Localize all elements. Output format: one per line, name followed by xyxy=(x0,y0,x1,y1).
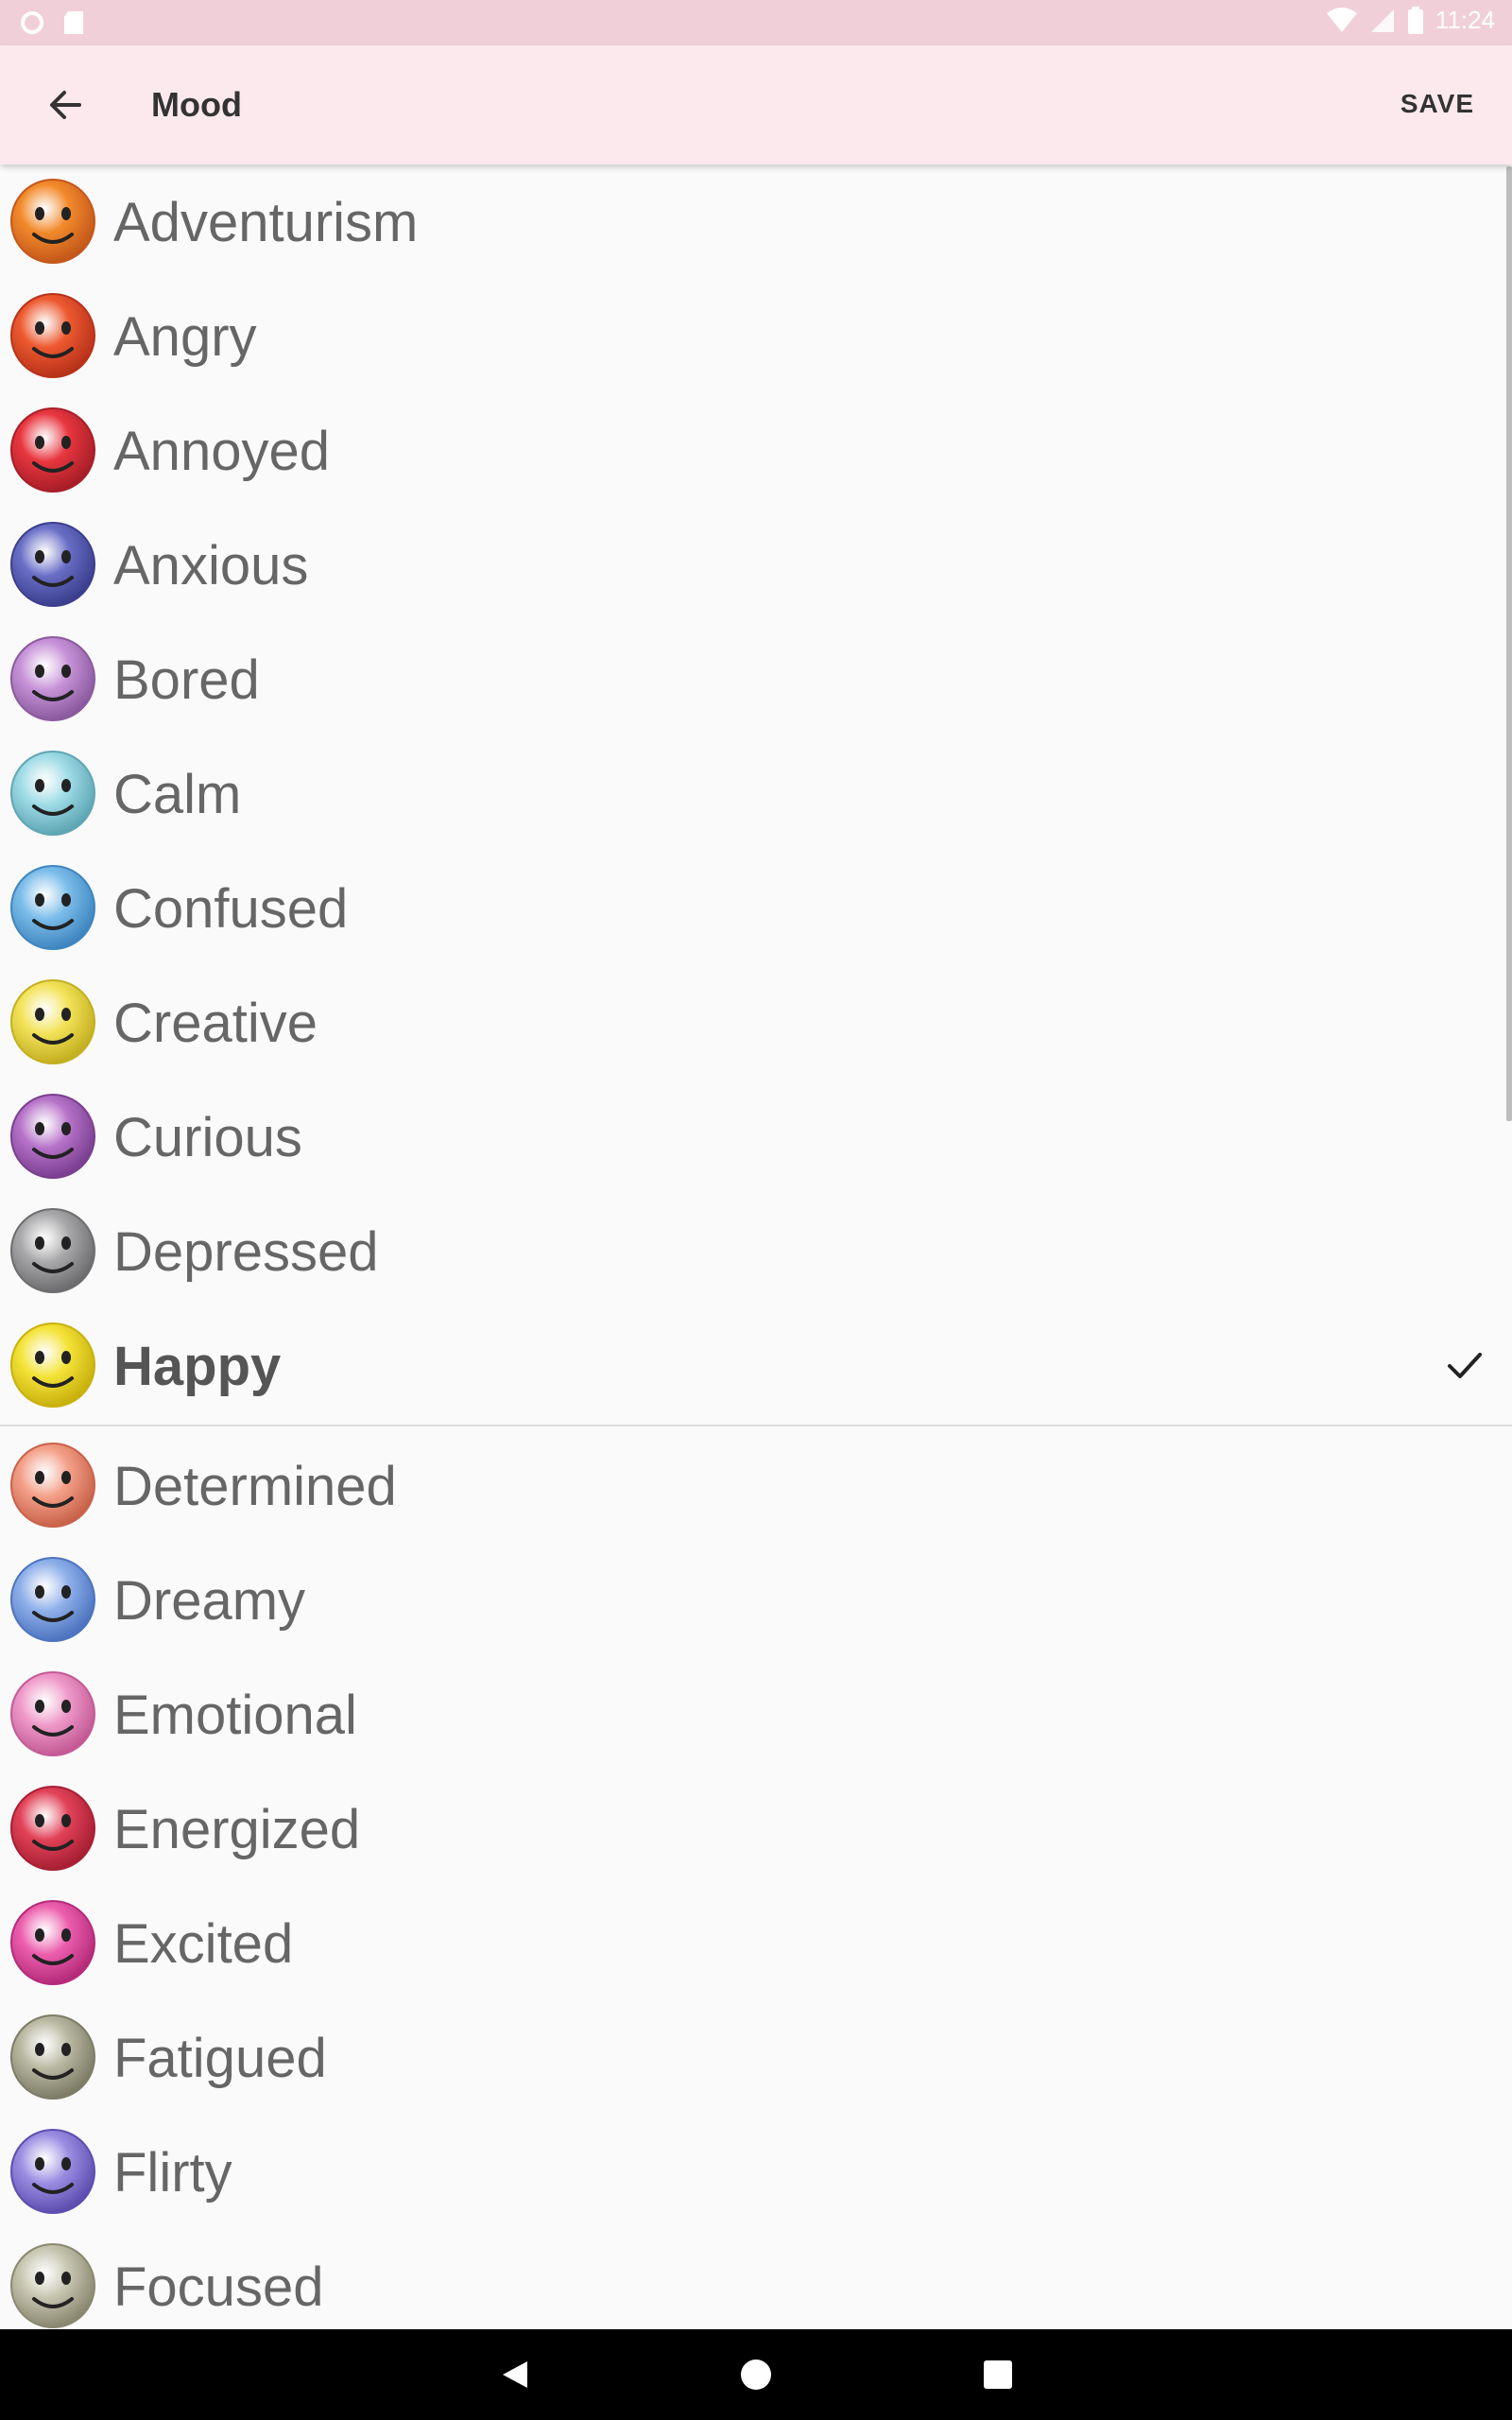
mood-emoji-icon xyxy=(10,1671,95,1756)
mood-label: Bored xyxy=(113,649,260,711)
mood-label: Energized xyxy=(113,1799,361,1860)
mood-item-bored[interactable]: Bored xyxy=(0,622,1512,736)
mood-list: Adventurism Angry Annoyed Anxious Bored Calm C… xyxy=(0,164,1512,2329)
checkmark-icon xyxy=(1448,1353,1482,1378)
mood-item-focused[interactable]: Focused xyxy=(0,2229,1512,2329)
mood-item-annoyed[interactable]: Annoyed xyxy=(0,393,1512,508)
mood-item-dreamy[interactable]: Dreamy xyxy=(0,1543,1512,1657)
mood-emoji-icon xyxy=(10,179,95,264)
mood-emoji-icon xyxy=(10,522,95,607)
wifi-icon xyxy=(1326,7,1357,32)
mood-emoji-icon xyxy=(10,865,95,950)
status-bar: 11:24 xyxy=(0,0,1512,45)
mood-item-excited[interactable]: Excited xyxy=(0,1886,1512,2000)
mood-item-anxious[interactable]: Anxious xyxy=(0,508,1512,622)
mood-label: Dreamy xyxy=(113,1570,306,1632)
mood-label: Annoyed xyxy=(113,421,330,482)
mood-emoji-icon xyxy=(10,1094,95,1179)
status-time: 11:24 xyxy=(1435,6,1495,34)
mood-item-creative[interactable]: Creative xyxy=(0,965,1512,1080)
save-button[interactable]: SAVE xyxy=(1400,89,1474,119)
mood-item-determined[interactable]: Determined xyxy=(0,1428,1512,1543)
battery-icon xyxy=(1407,6,1423,34)
mood-label: Adventurism xyxy=(113,192,419,253)
sd-card-icon xyxy=(64,11,83,34)
mood-item-confused[interactable]: Confused xyxy=(0,851,1512,965)
mood-emoji-icon xyxy=(10,2014,95,2100)
mood-item-flirty[interactable]: Flirty xyxy=(0,2115,1512,2229)
mood-label: Confused xyxy=(113,878,349,940)
mood-item-energized[interactable]: Energized xyxy=(0,1772,1512,1886)
mood-emoji-icon xyxy=(10,1786,95,1871)
selected-mood-label: Happy xyxy=(113,1336,282,1397)
recents-square-icon[interactable] xyxy=(979,2356,1017,2394)
mood-emoji-icon xyxy=(10,293,95,378)
mood-label: Flirty xyxy=(113,2142,232,2204)
mood-item-emotional[interactable]: Emotional xyxy=(0,1657,1512,1772)
mood-label: Determined xyxy=(113,1456,397,1517)
mood-item-fatigued[interactable]: Fatigued xyxy=(0,2000,1512,2115)
mood-emoji-icon xyxy=(10,1443,95,1528)
mood-emoji-icon xyxy=(10,751,95,836)
mood-emoji-icon xyxy=(10,407,95,493)
mood-label: Creative xyxy=(113,993,318,1054)
app-bar: Mood SAVE xyxy=(0,45,1512,164)
mood-label: Excited xyxy=(113,1913,294,1975)
navigation-bar xyxy=(0,2329,1512,2420)
mood-item-curious[interactable]: Curious xyxy=(0,1080,1512,1194)
mood-emoji-icon xyxy=(10,1557,95,1642)
mood-emoji-icon xyxy=(10,2243,95,2328)
mood-emoji-icon xyxy=(10,2129,95,2214)
mood-label: Calm xyxy=(113,764,242,825)
page-title: Mood xyxy=(151,85,242,124)
scrollbar[interactable] xyxy=(1506,166,1512,1121)
notification-circle-icon xyxy=(21,11,43,34)
home-circle-icon[interactable] xyxy=(737,2356,775,2394)
back-arrow-icon[interactable] xyxy=(42,81,89,129)
mood-item-adventurism[interactable]: Adventurism xyxy=(0,164,1512,279)
mood-emoji-icon xyxy=(10,1322,95,1408)
signal-icon xyxy=(1370,9,1394,32)
mood-label: Depressed xyxy=(113,1221,379,1283)
mood-label: Curious xyxy=(113,1107,302,1168)
mood-label: Emotional xyxy=(113,1685,357,1746)
back-triangle-icon[interactable] xyxy=(497,2356,535,2394)
mood-label: Angry xyxy=(113,306,257,368)
list-divider xyxy=(0,1425,1512,1426)
mood-item-angry[interactable]: Angry xyxy=(0,279,1512,393)
mood-item-depressed[interactable]: Depressed xyxy=(0,1194,1512,1308)
mood-item-selected[interactable]: Happy xyxy=(0,1308,1512,1423)
mood-emoji-icon xyxy=(10,1900,95,1985)
mood-label: Focused xyxy=(113,2256,324,2318)
mood-emoji-icon xyxy=(10,1208,95,1293)
mood-label: Fatigued xyxy=(113,2028,327,2089)
mood-label: Anxious xyxy=(113,535,309,596)
mood-emoji-icon xyxy=(10,636,95,721)
mood-item-calm[interactable]: Calm xyxy=(0,736,1512,851)
mood-emoji-icon xyxy=(10,979,95,1064)
